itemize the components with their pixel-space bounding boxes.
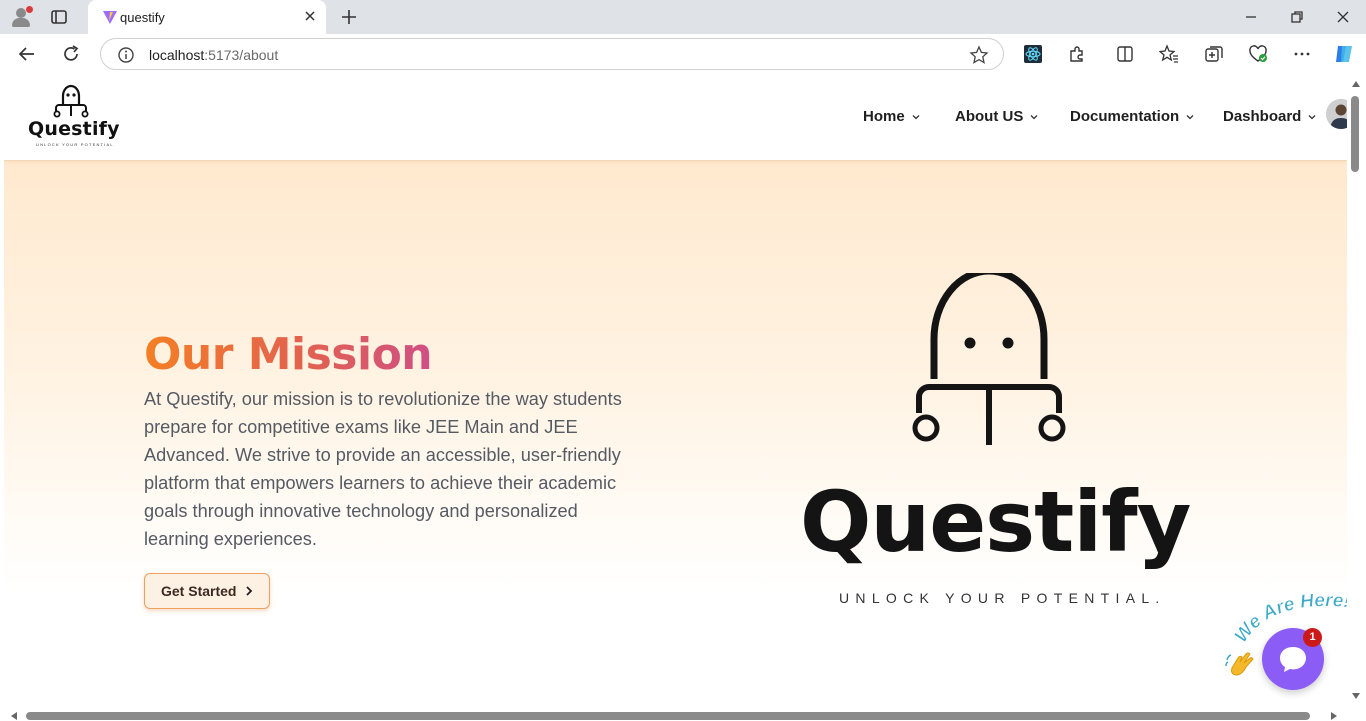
avatar-person-icon: [1326, 99, 1347, 129]
vertical-scrollbar[interactable]: [1347, 74, 1366, 712]
mission-title: Our Mission: [144, 329, 433, 380]
chevron-down-icon: [912, 114, 920, 119]
nav-label: Home: [863, 108, 905, 125]
nav-item-documentation[interactable]: Documentation: [1070, 108, 1195, 125]
chat-bubble-icon: [1280, 647, 1306, 672]
minimize-icon[interactable]: [1241, 7, 1261, 27]
address-bar[interactable]: localhost:5173/about: [100, 38, 1004, 70]
url-text: localhost:5173/about: [149, 47, 279, 63]
logo-tagline: UNLOCK YOUR POTENTIAL: [36, 142, 114, 147]
favorite-star-icon[interactable]: [969, 45, 989, 65]
close-window-icon[interactable]: [1333, 7, 1353, 27]
nav-item-dashboard[interactable]: Dashboard: [1223, 108, 1317, 125]
copilot-icon[interactable]: [1333, 43, 1355, 65]
waving-hand-icon: [1225, 652, 1254, 676]
nav-item-about-us[interactable]: About US: [955, 108, 1039, 125]
collections-icon[interactable]: [1204, 44, 1224, 64]
new-tab-icon[interactable]: [338, 6, 360, 28]
nav-label: Dashboard: [1223, 108, 1302, 125]
nav-item-home[interactable]: Home: [863, 108, 921, 125]
restore-icon[interactable]: [1287, 7, 1307, 27]
brand-wordmark: Questify: [800, 473, 1191, 571]
more-options-icon[interactable]: [1292, 44, 1312, 64]
chevron-down-icon: [1030, 114, 1038, 119]
tab-close-icon[interactable]: [302, 8, 318, 24]
logo-wordmark: Questify: [28, 118, 120, 140]
browser-essentials-icon[interactable]: [1248, 44, 1268, 64]
vertical-scroll-thumb[interactable]: [1351, 96, 1359, 172]
vite-favicon-icon: [103, 11, 117, 24]
mission-hero: Our Mission At Questify, our mission is …: [4, 161, 1347, 712]
refresh-icon[interactable]: [60, 43, 82, 65]
react-devtools-icon[interactable]: [1023, 44, 1043, 64]
scroll-up-icon[interactable]: [1351, 80, 1361, 88]
chevron-right-icon: [246, 586, 253, 596]
brand-tagline: UNLOCK YOUR POTENTIAL.: [839, 590, 1166, 606]
split-screen-icon[interactable]: [1115, 44, 1135, 64]
horizontal-scroll-thumb[interactable]: [26, 712, 1310, 720]
browser-tab-active[interactable]: questify: [88, 0, 326, 34]
extensions-icon[interactable]: [1067, 44, 1087, 64]
browser-toolbar: localhost:5173/about: [0, 34, 1366, 74]
get-started-button[interactable]: Get Started: [144, 573, 270, 609]
horizontal-scrollbar[interactable]: [0, 706, 1347, 720]
back-icon[interactable]: [16, 43, 38, 65]
user-avatar[interactable]: [1326, 99, 1347, 129]
chevron-down-icon: [1308, 114, 1316, 119]
scroll-down-icon[interactable]: [1351, 692, 1361, 700]
page-viewport: Questify UNLOCK YOUR POTENTIAL Home Abou…: [4, 74, 1347, 712]
site-header: Questify UNLOCK YOUR POTENTIAL Home Abou…: [4, 74, 1347, 161]
questify-brand-mark-icon: [912, 273, 1066, 445]
site-logo[interactable]: Questify UNLOCK YOUR POTENTIAL: [26, 82, 120, 150]
profile-icon[interactable]: [10, 6, 33, 28]
browser-tab-strip: questify: [0, 0, 1366, 34]
site-info-icon[interactable]: [117, 46, 135, 64]
chat-unread-badge: 1: [1303, 628, 1322, 647]
mission-description: At Questify, our mission is to revolutio…: [144, 389, 622, 549]
get-started-label: Get Started: [161, 583, 237, 599]
chevron-down-icon: [1186, 114, 1194, 119]
nav-label: About US: [955, 108, 1024, 125]
tab-title: questify: [120, 10, 165, 25]
logo-mark-icon: [53, 84, 89, 118]
nav-label: Documentation: [1070, 108, 1180, 125]
tab-actions-icon[interactable]: [50, 8, 68, 26]
favorites-icon[interactable]: [1159, 44, 1179, 64]
